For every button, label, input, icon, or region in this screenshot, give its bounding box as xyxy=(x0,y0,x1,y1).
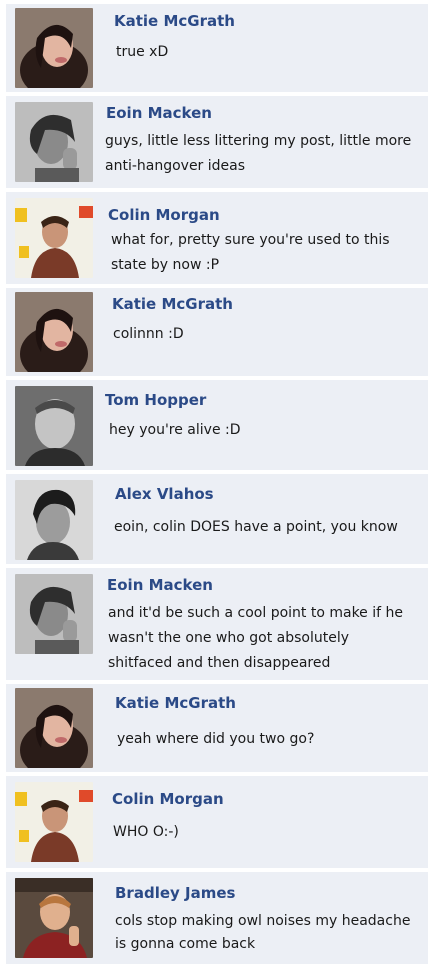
comment-text: true xD xyxy=(116,44,169,60)
profile-photo-icon xyxy=(15,8,93,88)
author-name[interactable]: Colin Morgan xyxy=(108,206,220,224)
avatar[interactable] xyxy=(15,574,93,654)
comment: Colin Morgan what for, pretty sure you'r… xyxy=(6,192,428,284)
profile-photo-icon xyxy=(15,480,93,560)
profile-photo-icon xyxy=(15,292,93,372)
profile-photo-icon xyxy=(15,878,93,958)
comment-text: and it'd be such a cool point to make if… xyxy=(108,605,403,671)
profile-photo-icon xyxy=(15,102,93,182)
comment: Tom Hopper hey you're alive :D xyxy=(6,380,428,470)
comment-text: WHO O:-) xyxy=(113,824,179,840)
author-name[interactable]: Colin Morgan xyxy=(112,790,224,808)
comment: Katie McGrath true xD xyxy=(6,4,428,92)
profile-photo-icon xyxy=(15,198,93,278)
comment: Eoin Macken guys, little less littering … xyxy=(6,96,428,188)
comment-text: colinnn :D xyxy=(113,326,184,342)
comment-text: what for, pretty sure you're used to thi… xyxy=(111,232,390,273)
comment: Katie McGrath colinnn :D xyxy=(6,288,428,376)
author-name[interactable]: Katie McGrath xyxy=(115,694,236,712)
comment-text: cols stop making owl noises my headache … xyxy=(115,913,411,952)
avatar[interactable] xyxy=(15,878,93,958)
author-name[interactable]: Eoin Macken xyxy=(106,104,212,122)
avatar[interactable] xyxy=(15,782,93,862)
author-name[interactable]: Tom Hopper xyxy=(105,391,206,409)
avatar[interactable] xyxy=(15,198,93,278)
author-name[interactable]: Eoin Macken xyxy=(107,576,213,594)
profile-photo-icon xyxy=(15,688,93,768)
avatar[interactable] xyxy=(15,480,93,560)
profile-photo-icon xyxy=(15,386,93,466)
comment-text: guys, little less littering my post, lit… xyxy=(105,133,412,174)
comment: Alex Vlahos eoin, colin DOES have a poin… xyxy=(6,474,428,564)
author-name[interactable]: Katie McGrath xyxy=(114,12,235,30)
comment-text: eoin, colin DOES have a point, you know xyxy=(114,519,398,535)
avatar[interactable] xyxy=(15,292,93,372)
comment-thread: Katie McGrath true xD Eoin Macken guys, … xyxy=(0,0,439,967)
comment: Eoin Macken and it'd be such a cool poin… xyxy=(6,568,428,680)
author-name[interactable]: Bradley James xyxy=(115,884,235,902)
author-name[interactable]: Alex Vlahos xyxy=(115,485,214,503)
avatar[interactable] xyxy=(15,8,93,88)
comment-text: hey you're alive :D xyxy=(109,422,241,438)
author-name[interactable]: Katie McGrath xyxy=(112,295,233,313)
comment: Colin Morgan WHO O:-) xyxy=(6,776,428,868)
comment: Bradley James cols stop making owl noise… xyxy=(6,872,428,964)
profile-photo-icon xyxy=(15,574,93,654)
avatar[interactable] xyxy=(15,386,93,466)
avatar[interactable] xyxy=(15,102,93,182)
avatar[interactable] xyxy=(15,688,93,768)
profile-photo-icon xyxy=(15,782,93,862)
comment-text: yeah where did you two go? xyxy=(117,731,315,747)
comment: Katie McGrath yeah where did you two go? xyxy=(6,684,428,772)
